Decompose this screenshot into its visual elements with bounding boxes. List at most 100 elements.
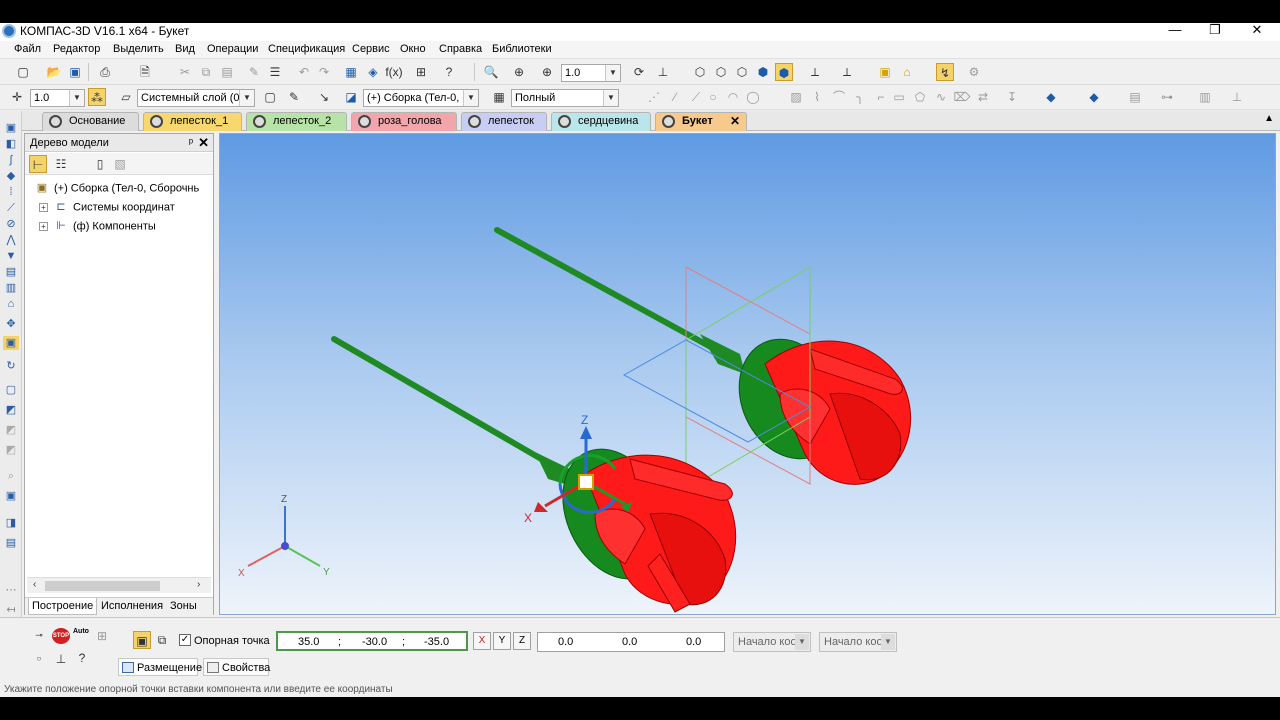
display-mode-icon[interactable]: ▦ (490, 88, 508, 106)
halftone-icon[interactable]: ⬢ (754, 63, 772, 81)
tree-horizontal-scrollbar[interactable]: ‹ › (27, 577, 211, 593)
menu-help[interactable]: Справка (439, 43, 482, 55)
variables-fx-icon[interactable]: f(x) (385, 63, 403, 81)
copy-icon[interactable]: ⧉ (197, 63, 215, 81)
sketch-trim-icon[interactable]: ⌦ (953, 88, 971, 106)
compact-mate-icon[interactable]: ⊘ (3, 217, 19, 231)
preview-icon[interactable]: 🗎 (136, 63, 154, 81)
assembly-icon[interactable]: ◪ (342, 88, 360, 106)
step-cursor-icon[interactable]: ✛ (8, 88, 26, 106)
from-file-icon[interactable]: ▣ (133, 631, 151, 649)
tab-zony[interactable]: Зоны (170, 600, 197, 612)
help-icon[interactable]: ? (73, 649, 91, 667)
rotate-z-button[interactable]: Z (513, 632, 531, 650)
menu-window[interactable]: Окно (400, 43, 426, 55)
compact-filter-icon[interactable]: ▼ (3, 249, 19, 263)
sketch-equidistant-icon[interactable]: ⌒ (830, 88, 848, 106)
measure-icon[interactable]: ⊞ (412, 63, 430, 81)
spec-icon[interactable]: ▤ (1126, 88, 1144, 106)
stop-icon[interactable]: ⊸ (30, 626, 48, 644)
tab-lepestok-2[interactable]: лепесток_2 (246, 112, 347, 131)
compact-move-icon[interactable]: ✥ (3, 317, 19, 331)
compact-cube2-icon[interactable]: ◩ (3, 403, 19, 417)
reports-icon[interactable]: ▥ (1196, 88, 1214, 106)
zoom-fit-icon[interactable]: ⊕ (510, 63, 528, 81)
compact-curve-icon[interactable]: ∫ (3, 153, 19, 167)
tab-roza-golova[interactable]: роза_голова (351, 112, 457, 131)
compact-surface-icon[interactable]: ◆ (3, 169, 19, 183)
layer-icon[interactable]: ▱ (117, 88, 135, 106)
pin-icon[interactable]: ᵖ (189, 134, 193, 152)
anchor-icon[interactable]: ⊥ (52, 650, 70, 668)
sketch-segment-icon[interactable]: ⟋ (687, 88, 705, 106)
menu-operations[interactable]: Операции (207, 43, 258, 55)
sketch-point-icon[interactable]: ⋰ (645, 88, 663, 106)
layer-props-icon[interactable]: ▢ (261, 88, 279, 106)
sketch-rectangle-icon[interactable]: ▭ (890, 88, 908, 106)
tree-item-coordinate-systems[interactable]: + ⊏ Системы координат (39, 201, 175, 214)
sketch-ellipse-icon[interactable]: ◯ (744, 88, 762, 106)
attach-icon[interactable]: ⧉ (153, 631, 171, 649)
new-file-icon[interactable]: ▢ (14, 63, 32, 81)
scroll-left-icon[interactable]: ‹ (33, 579, 36, 590)
compact-measure-icon[interactable]: ⋀ (3, 233, 19, 247)
minimize-button[interactable]: — (1155, 22, 1195, 40)
rotate-y-button[interactable]: Y (493, 632, 511, 650)
tab-buket[interactable]: Букет ✕ (655, 112, 747, 131)
tabs-scroll-icon[interactable]: ▲ (1264, 113, 1274, 124)
menu-service[interactable]: Сервис (352, 43, 390, 55)
compact-add-component-icon[interactable]: ▣ (3, 336, 19, 350)
layer-edit-icon[interactable]: ✎ (285, 88, 303, 106)
compact-rotate-icon[interactable]: ↻ (3, 359, 19, 373)
tab-close-button[interactable]: ✕ (730, 113, 740, 130)
format-brush-icon[interactable]: ✎ (245, 63, 263, 81)
save-icon[interactable]: ▣ (66, 63, 84, 81)
display-mode-combo[interactable]: Полный ▼ (511, 89, 619, 107)
sketch-fillet-icon[interactable]: ╮ (851, 88, 869, 106)
tree-mode-icon[interactable]: ☷ (52, 155, 70, 173)
sketch-spline-icon[interactable]: ∿ (932, 88, 950, 106)
tree-filter-icon[interactable]: ▯ (91, 155, 109, 173)
object-icon[interactable]: ▣ (876, 63, 894, 81)
properties-list-icon[interactable]: ☰ (266, 63, 284, 81)
tree-structure-icon[interactable]: ⊢ (29, 155, 47, 173)
compact-search-icon[interactable]: ⌕ (3, 469, 19, 483)
tab-svoystva[interactable]: Свойства (203, 658, 270, 676)
compact-point-icon[interactable]: ↤ (3, 603, 19, 617)
compact-disabled-icon[interactable]: ◩ (3, 423, 19, 437)
tab-razmeshchenie[interactable]: Размещение (118, 658, 202, 676)
open-folder-icon[interactable]: 📂 (45, 63, 63, 81)
grid-snap-icon[interactable]: ⁂ (88, 88, 106, 106)
sketch-chamfer-icon[interactable]: ⌐ (872, 88, 890, 106)
sketch-arc-icon[interactable]: ◠ (724, 88, 742, 106)
close-window-button[interactable]: ✕ (1237, 22, 1277, 40)
origin-combo-1[interactable]: Начало коо ▼ (733, 632, 811, 652)
assembly-combo[interactable]: (+) Сборка (Тел-0, С ▼ (363, 89, 479, 107)
expand-icon[interactable]: + (39, 203, 48, 212)
design-icon[interactable]: ⊶ (1158, 88, 1176, 106)
expand-icon[interactable]: + (39, 222, 48, 231)
tab-postroenie[interactable]: Построение (28, 598, 98, 615)
sketch-polygon-icon[interactable]: ⬠ (911, 88, 929, 106)
scroll-thumb[interactable] (45, 581, 160, 591)
compact-file-icon[interactable]: ▤ (3, 536, 19, 550)
sketch-mirror-icon[interactable]: ⇄ (974, 88, 992, 106)
tree-item-components[interactable]: + ⊩ (ф) Компоненты (39, 220, 156, 233)
menu-file[interactable]: Файл (14, 43, 41, 55)
point-icon[interactable]: ○ (30, 650, 48, 668)
maximize-button[interactable]: ❐ (1195, 22, 1235, 40)
close-panel-button[interactable]: ✕ (198, 134, 209, 152)
compact-component-icon[interactable]: ◧ (3, 137, 19, 151)
sketch-line-icon[interactable]: ⁄ (666, 88, 684, 106)
halftone-edges-icon[interactable]: ⬢ (775, 63, 793, 81)
hidden-lines-icon[interactable]: ⬡ (712, 63, 730, 81)
compact-edit-assembly-icon[interactable]: ▣ (3, 121, 19, 135)
settings-icon[interactable]: ⚙ (965, 63, 983, 81)
rotation-angles-field[interactable]: 0.0 0.0 0.0 (537, 632, 725, 652)
solid-ops-icon[interactable]: ◆ (1042, 88, 1060, 106)
tab-lepestok[interactable]: лепесток (461, 112, 547, 131)
constraint-icon[interactable]: ⟂ (806, 63, 824, 81)
manager-icon[interactable]: ▦ (342, 63, 360, 81)
compact-more-icon[interactable]: ⋯ (3, 583, 19, 597)
stop-button[interactable]: STOP (52, 628, 70, 644)
